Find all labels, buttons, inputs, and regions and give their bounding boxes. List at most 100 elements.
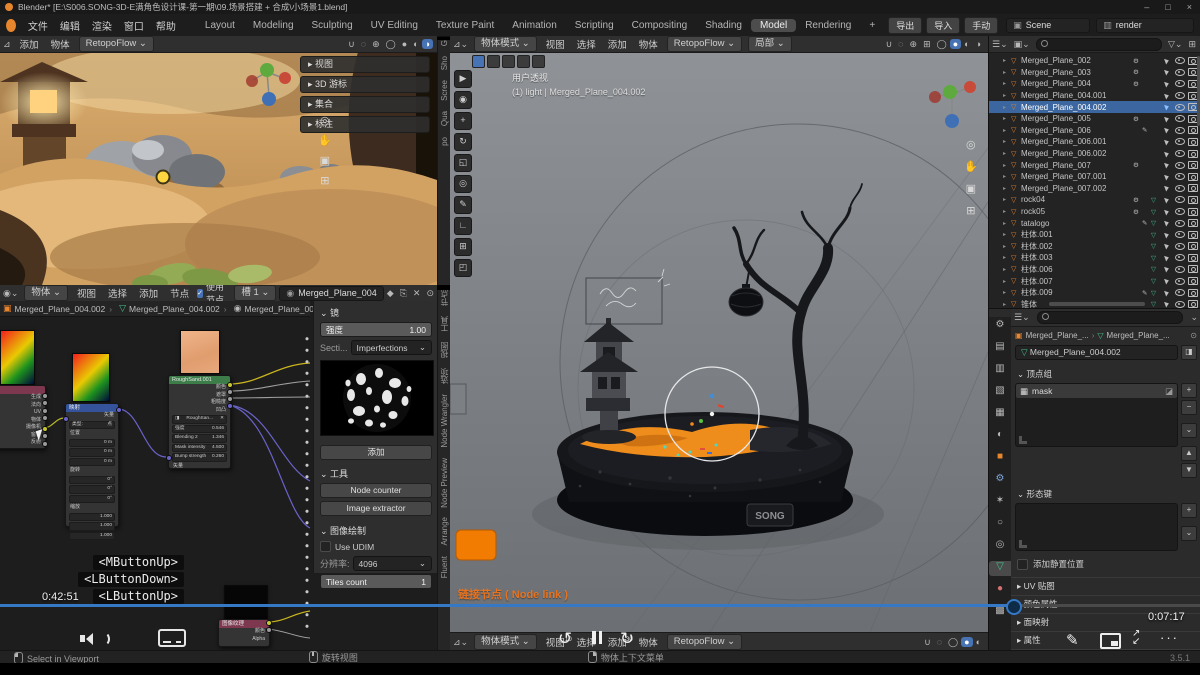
tool-button[interactable]: ▶ [454,70,472,88]
properties-tab-icon[interactable]: ● [989,583,1011,598]
render-visibility-toggle[interactable] [1186,126,1199,134]
video-progress-bar[interactable] [0,604,1012,607]
outliner-row[interactable]: ▸ ▽ Merged_Plane_005 ⚙ ✎ ▽ [989,113,1200,125]
slot-dropdown[interactable]: 槽 1 ⌄ [234,285,276,301]
menu-item[interactable]: 视图 [71,286,102,300]
video-progress-knob[interactable] [1006,599,1022,615]
outliner-row[interactable]: ▸ ▽ 柱体.009 ⚙ ✎ ▽ [989,287,1200,299]
expand-arrow-icon[interactable]: ▸ [1003,127,1011,134]
render-visibility-toggle[interactable] [1186,289,1199,297]
volume-icon[interactable] [80,630,110,648]
rotation-value[interactable]: 0° [69,495,115,504]
group-param[interactable]: 强度0.546 [172,425,227,434]
mesh-settings-button[interactable]: ◨ [1181,345,1197,360]
selectable-toggle[interactable] [1160,197,1173,203]
outliner-hscrollbar[interactable] [1049,302,1145,306]
hide-eye-toggle[interactable] [1173,301,1186,308]
tiles-count-field[interactable]: Tiles count1 [320,574,432,589]
viewlayer-selector[interactable]: ▥ render [1096,18,1194,33]
hide-eye-toggle[interactable] [1173,254,1186,261]
viewport-nav-icons[interactable]: ◎ ✋ ▣ ⊞ [964,138,978,217]
workspace-tab[interactable]: Animation [503,19,565,32]
camera-view-icon[interactable]: ▣ [964,182,978,195]
expand-arrow-icon[interactable]: ▸ [1003,92,1011,99]
snap-magnet-icon[interactable]: ∪ [345,39,358,50]
hide-eye-toggle[interactable] [1173,266,1186,273]
expand-arrow-icon[interactable]: ▸ [1003,138,1011,145]
main-3d-viewport[interactable]: SONG ⊿⌄ 物体模式 ⌄ 视图选择添加物体 RetopoFlow ⌄ 局部 … [450,36,988,650]
npanel-section[interactable]: ▸ 集合 [300,96,430,113]
hide-eye-toggle[interactable] [1173,208,1186,215]
video-progress-remainder[interactable] [1012,604,1200,607]
camera-viewport[interactable]: ⊿ 添加物体 RetopoFlow ⌄ ∪ ◌ ⊕ ◯ ● ◐ ◑ ▸ 视图▸ … [0,36,437,285]
export-button[interactable]: 导出 [888,17,922,34]
scale-value[interactable]: 1.000 [69,522,115,531]
shape-key-list[interactable] [1015,503,1178,551]
tool-button[interactable]: Node counter [320,483,432,498]
mesh-name-field[interactable]: ▽ Merged_Plane_004.002 [1015,345,1178,360]
object-name[interactable]: Merged_Plane_004 [1021,79,1133,88]
side-tab[interactable]: 节点 [439,290,450,306]
menu-item[interactable]: 选择 [571,37,602,51]
material-shading-icon[interactable]: ◐ [961,39,972,49]
expand-arrow-icon[interactable]: ▸ [1003,208,1011,215]
tool-button[interactable]: ◰ [454,259,472,277]
zoom-icon[interactable]: ◎ [318,114,332,127]
render-visibility-toggle[interactable] [1186,265,1199,273]
properties-tab-icon[interactable]: ▥ [989,363,1011,378]
object-name[interactable]: Merged_Plane_007.002 [1021,184,1133,193]
solid-shading-icon[interactable]: ● [399,39,410,49]
hide-eye-toggle[interactable] [1173,104,1186,111]
object-name[interactable]: Merged_Plane_003 [1021,68,1133,77]
remove-group-button[interactable]: − [1181,400,1197,415]
wireframe-shading-icon[interactable]: ◯ [945,637,961,648]
properties-tab-icon[interactable]: ◎ [989,539,1011,554]
group-param[interactable]: Blending 21.346 [172,434,227,443]
hide-eye-toggle[interactable] [1173,127,1186,134]
expand-arrow-icon[interactable]: ▸ [1003,266,1011,273]
object-name[interactable]: 柱体.001 [1021,229,1133,240]
rendered-shading-icon[interactable]: ◑ [422,39,433,49]
object-name[interactable]: Merged_Plane_007 [1021,161,1133,170]
expand-arrow-icon[interactable]: ▸ [1003,185,1011,192]
menu-item[interactable]: 选择 [102,286,133,300]
side-tab[interactable]: Node Wrangler [440,394,449,448]
object-name[interactable]: Merged_Plane_004.002 [1021,103,1133,112]
tool-button[interactable]: ◎ [454,175,472,193]
hide-eye-toggle[interactable] [1173,173,1186,180]
tool-button[interactable]: ⊞ [454,238,472,256]
scene-selector[interactable]: ▣ Scene [1006,18,1090,33]
editor-type-icon[interactable]: ⊿⌄ [450,39,471,50]
expand-arrow-icon[interactable]: ▸ [1003,231,1011,238]
add-button[interactable]: 添加 [320,445,432,460]
material-selector[interactable]: ◉ Merged_Plane_004 [279,286,383,301]
tool-button[interactable]: Image extractor [320,501,432,516]
modifier-wrench-icon[interactable]: ⚙ [1133,196,1142,204]
add-group-button[interactable]: + [1181,383,1197,398]
selectable-toggle[interactable] [1160,139,1173,145]
fake-user-icon[interactable]: ◆ [384,288,397,299]
tool-button[interactable]: ↻ [454,133,472,151]
selectable-toggle[interactable] [1160,185,1173,191]
tool-button[interactable]: ✎ [454,196,472,214]
outliner-row[interactable]: ▸ ▽ Merged_Plane_006 ⚙ ✎ ▽ [989,125,1200,137]
properties-tab-icon[interactable]: ▤ [989,341,1011,356]
selectable-toggle[interactable] [1160,290,1173,296]
object-name[interactable]: Merged_Plane_005 [1021,114,1133,123]
hide-eye-toggle[interactable] [1173,185,1186,192]
add-shapekey-button[interactable]: + [1181,503,1197,518]
workspace-tab[interactable]: Rendering [796,19,860,32]
expand-arrow-icon[interactable]: ▸ [1003,301,1011,308]
outliner-row[interactable]: ▸ ▽ tatalogo ⚙ ✎ ▽ [989,217,1200,229]
selectable-toggle[interactable] [1160,301,1173,307]
location-value[interactable]: 0 m [69,448,115,457]
vertex-group-list[interactable]: ▦ mask ◪ [1015,383,1178,447]
udim-checkbox[interactable]: Use UDIM [320,541,432,552]
side-tab[interactable]: 视图 [439,342,450,358]
workspace-tab[interactable]: UV Editing [362,19,427,32]
properties-search[interactable] [1037,311,1184,324]
selectable-toggle[interactable] [1160,243,1173,249]
side-tab[interactable]: po [440,137,449,146]
selectable-toggle[interactable] [1160,174,1173,180]
display-mode-icon[interactable]: ☰⌄ [989,39,1011,50]
